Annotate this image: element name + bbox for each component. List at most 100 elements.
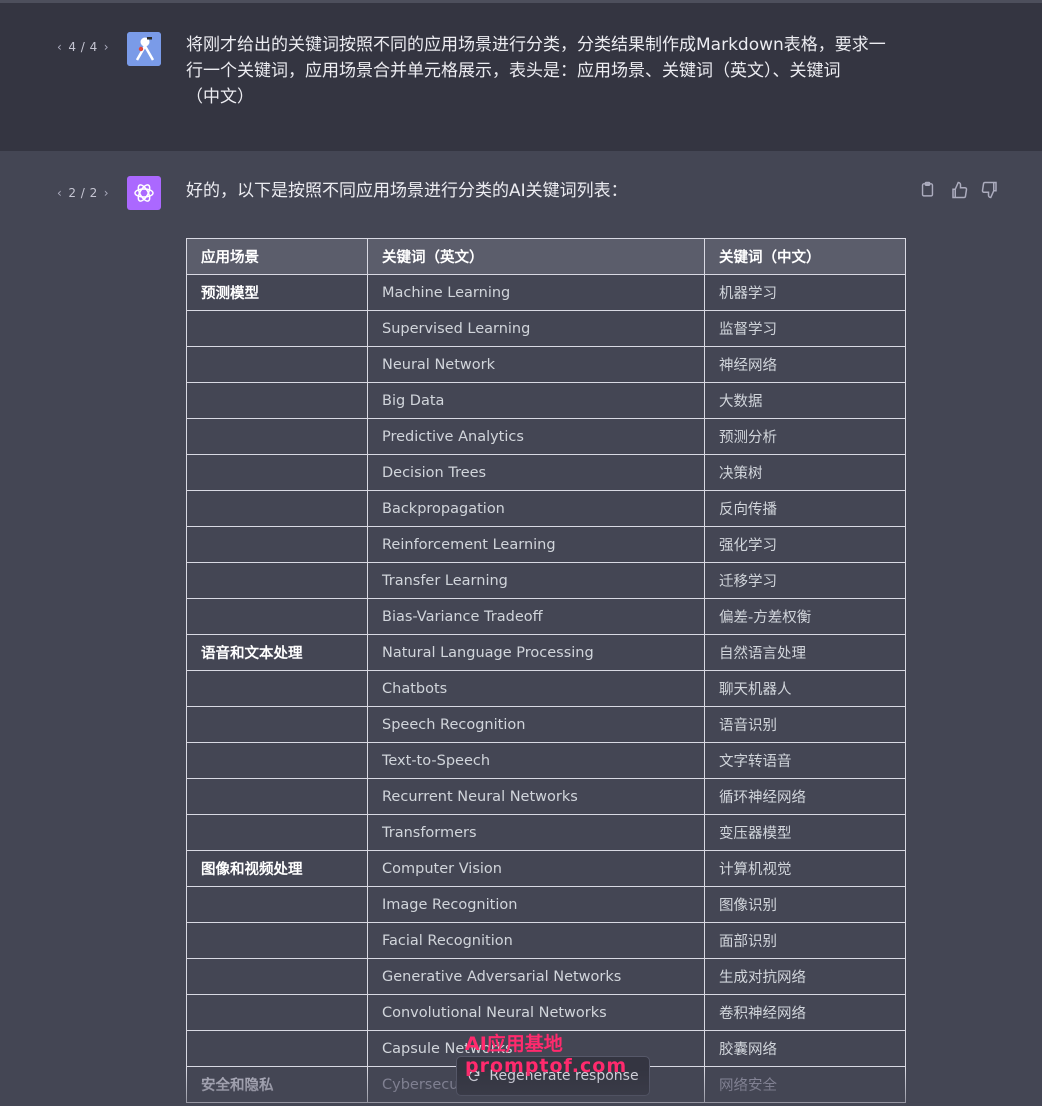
scene-cell — [186, 346, 368, 383]
keyword-en-cell: Decision Trees — [367, 454, 705, 491]
keyword-en-cell: Transformers — [367, 814, 705, 851]
scene-cell — [186, 490, 368, 527]
keyword-en-cell: Computer Vision — [367, 850, 705, 887]
keyword-en-cell: Predictive Analytics — [367, 418, 705, 455]
keyword-zh-cell: 面部识别 — [704, 922, 906, 959]
next-response-icon[interactable]: › — [104, 186, 109, 200]
user-message: ‹ 4 / 4 › 将刚才给出的关键词按照不同的应用场景进行分类，分类结果制作成… — [0, 3, 1042, 151]
table-row: Decision Trees 决策树 — [186, 454, 906, 491]
header-keyword-en: 关键词（英文） — [367, 238, 705, 275]
watermark-line-1: AI应用基地 — [465, 1033, 563, 1055]
assistant-message-pager: ‹ 2 / 2 › — [57, 186, 109, 200]
assistant-pager-text: 2 / 2 — [68, 186, 98, 200]
keyword-en-cell: Reinforcement Learning — [367, 526, 705, 563]
scene-cell — [186, 418, 368, 455]
scene-cell — [186, 562, 368, 599]
keyword-en-cell: Neural Network — [367, 346, 705, 383]
scene-cell: 预测模型 — [186, 274, 368, 311]
keyword-zh-cell: 自然语言处理 — [704, 634, 906, 671]
message-actions — [918, 180, 999, 199]
table-row: Generative Adversarial Networks 生成对抗网络 — [186, 958, 906, 995]
table-row: Reinforcement Learning 强化学习 — [186, 526, 906, 563]
keyword-en-cell: Text-to-Speech — [367, 742, 705, 779]
scene-cell — [186, 886, 368, 923]
user-pager-text: 4 / 4 — [68, 40, 98, 54]
watermark-line-2: promptof.com — [465, 1055, 628, 1077]
table-row: Supervised Learning 监督学习 — [186, 310, 906, 347]
keyword-zh-cell: 迁移学习 — [704, 562, 906, 599]
keyword-en-cell: Transfer Learning — [367, 562, 705, 599]
keyword-zh-cell: 偏差-方差权衡 — [704, 598, 906, 635]
keyword-en-cell: Chatbots — [367, 670, 705, 707]
openai-logo-icon — [134, 184, 154, 202]
keyword-zh-cell: 卷积神经网络 — [704, 994, 906, 1031]
next-version-icon[interactable]: › — [104, 40, 109, 54]
keyword-zh-cell: 循环神经网络 — [704, 778, 906, 815]
table-row: Image Recognition 图像识别 — [186, 886, 906, 923]
keyword-en-cell: Recurrent Neural Networks — [367, 778, 705, 815]
scene-cell — [186, 994, 368, 1031]
table-row: Bias-Variance Tradeoff 偏差-方差权衡 — [186, 598, 906, 635]
previous-version-icon[interactable]: ‹ — [57, 40, 62, 54]
scene-cell — [186, 814, 368, 851]
table-row: Neural Network 神经网络 — [186, 346, 906, 383]
watermark-url: promptof.com — [465, 1056, 627, 1076]
table-row: Big Data 大数据 — [186, 382, 906, 419]
keyword-zh-cell: 监督学习 — [704, 310, 906, 347]
table-row: Backpropagation 反向传播 — [186, 490, 906, 527]
scene-cell — [186, 526, 368, 563]
keyword-zh-cell: 强化学习 — [704, 526, 906, 563]
assistant-intro-text: 好的，以下是按照不同应用场景进行分类的AI关键词列表： — [186, 181, 628, 201]
keyword-table: 应用场景 关键词（英文） 关键词（中文） 预测模型 Machine Learnin… — [186, 238, 906, 1103]
table-body: 预测模型 Machine Learning 机器学习 Supervised Learn… — [186, 274, 906, 1103]
keyword-en-cell: Big Data — [367, 382, 705, 419]
scene-cell — [186, 958, 368, 995]
table-row: Text-to-Speech 文字转语音 — [186, 742, 906, 779]
keyword-zh-cell: 聊天机器人 — [704, 670, 906, 707]
keyword-en-cell: Image Recognition — [367, 886, 705, 923]
scene-cell — [186, 922, 368, 959]
keyword-zh-cell: 决策树 — [704, 454, 906, 491]
scene-cell — [186, 742, 368, 779]
table-row: Transformers 变压器模型 — [186, 814, 906, 851]
scene-cell — [186, 778, 368, 815]
keyword-en-cell: Backpropagation — [367, 490, 705, 527]
user-message-pager: ‹ 4 / 4 › — [57, 40, 109, 54]
keyword-zh-cell: 变压器模型 — [704, 814, 906, 851]
table-row: Facial Recognition 面部识别 — [186, 922, 906, 959]
scene-cell — [186, 1030, 368, 1067]
thumbs-up-icon[interactable] — [949, 180, 968, 199]
keyword-en-cell: Bias-Variance Tradeoff — [367, 598, 705, 635]
user-message-line: （中文） — [186, 87, 254, 107]
keyword-zh-cell: 文字转语音 — [704, 742, 906, 779]
keyword-en-cell: Machine Learning — [367, 274, 705, 311]
table-row: Convolutional Neural Networks 卷积神经网络 — [186, 994, 906, 1031]
table-row: Predictive Analytics 预测分析 — [186, 418, 906, 455]
keyword-zh-cell: 计算机视觉 — [704, 850, 906, 887]
scene-cell: 图像和视频处理 — [186, 850, 368, 887]
table-row: Chatbots 聊天机器人 — [186, 670, 906, 707]
keyword-zh-cell: 预测分析 — [704, 418, 906, 455]
copy-icon[interactable] — [918, 180, 937, 199]
keyword-zh-cell: 神经网络 — [704, 346, 906, 383]
previous-response-icon[interactable]: ‹ — [57, 186, 62, 200]
scene-cell — [186, 706, 368, 743]
keyword-zh-cell: 语音识别 — [704, 706, 906, 743]
user-message-text: 将刚才给出的关键词按照不同的应用场景进行分类，分类结果制作成Markdown表格… — [186, 32, 926, 110]
user-avatar-icon — [127, 32, 161, 66]
keyword-zh-cell: 机器学习 — [704, 274, 906, 311]
scene-cell: 安全和隐私 — [186, 1066, 368, 1103]
user-message-line: 将刚才给出的关键词按照不同的应用场景进行分类，分类结果制作成Markdown表格… — [186, 35, 886, 55]
keyword-en-cell: Generative Adversarial Networks — [367, 958, 705, 995]
keyword-en-cell: Facial Recognition — [367, 922, 705, 959]
table-row: 预测模型 Machine Learning 机器学习 — [186, 274, 906, 311]
keyword-en-cell: Speech Recognition — [367, 706, 705, 743]
scene-cell — [186, 670, 368, 707]
thumbs-down-icon[interactable] — [980, 180, 999, 199]
table-row: Recurrent Neural Networks 循环神经网络 — [186, 778, 906, 815]
scene-cell — [186, 310, 368, 347]
keyword-en-cell: Natural Language Processing — [367, 634, 705, 671]
table-row: Speech Recognition 语音识别 — [186, 706, 906, 743]
keyword-zh-cell: 图像识别 — [704, 886, 906, 923]
keyword-zh-cell: 反向传播 — [704, 490, 906, 527]
